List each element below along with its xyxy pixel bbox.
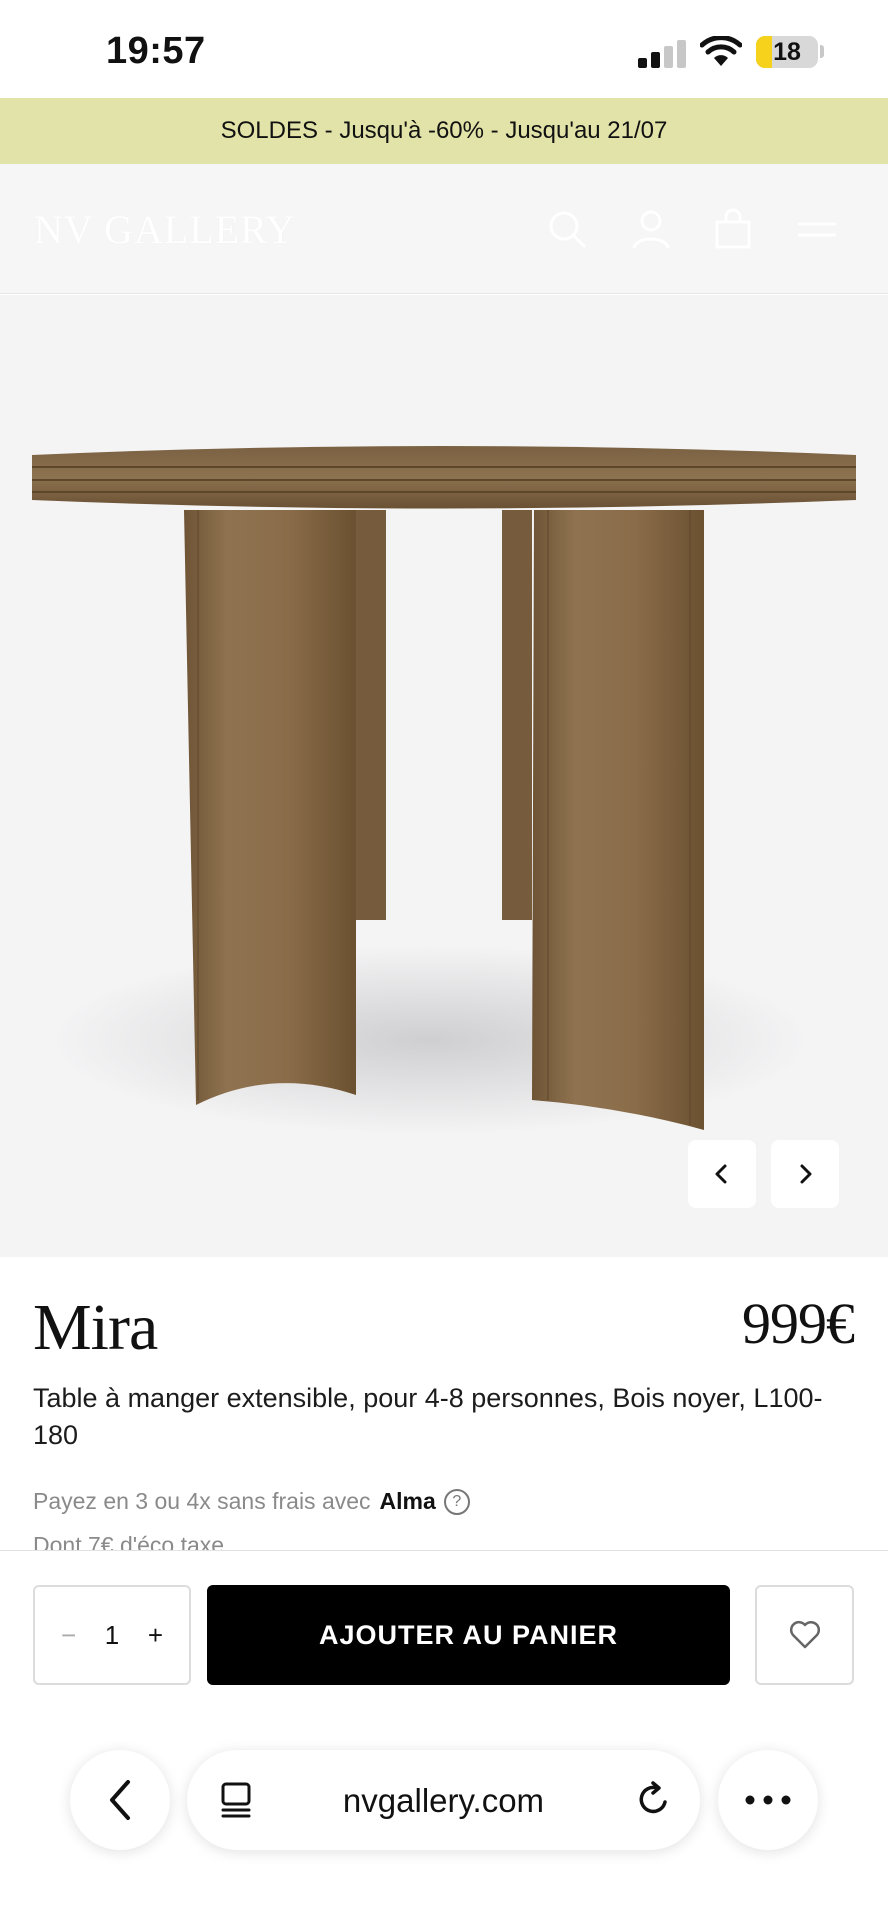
battery-icon: 18: [756, 36, 818, 68]
product-gallery[interactable]: [0, 295, 888, 1257]
site-header: NV GALLERY: [0, 164, 888, 294]
wishlist-button[interactable]: [755, 1585, 854, 1685]
back-arrow-icon: [110, 1780, 130, 1820]
gallery-next-button[interactable]: [771, 1140, 839, 1208]
product-description: Table à manger extensible, pour 4-8 pers…: [33, 1383, 823, 1450]
qty-increase-button[interactable]: +: [148, 1620, 163, 1651]
cellular-signal-icon: [638, 40, 686, 68]
url-text: nvgallery.com: [342, 1782, 545, 1819]
eco-tax: Dont 7€ d'éco taxe: [33, 1532, 225, 1550]
status-bar: 19:57 18: [0, 0, 888, 98]
site-logo[interactable]: NV GALLERY: [34, 206, 295, 253]
quantity-stepper: − 1 +: [33, 1585, 191, 1685]
address-bar[interactable]: nvgallery.com: [187, 1750, 700, 1850]
heart-icon: [789, 1620, 820, 1649]
product-image: [32, 446, 856, 1135]
more-options-button[interactable]: [718, 1750, 818, 1850]
payment-text: Payez en 3 ou 4x sans frais avec: [33, 1488, 371, 1514]
wifi-icon: [700, 36, 742, 66]
qty-decrease-button[interactable]: −: [61, 1620, 76, 1651]
chevron-right-icon: [800, 1164, 812, 1184]
add-to-cart-bar: − 1 + AJOUTER AU PANIER: [0, 1550, 888, 1920]
promo-banner[interactable]: SOLDES - Jusqu'à -60% - Jusqu'au 21/07: [0, 98, 888, 164]
product-price: 999€: [742, 1291, 855, 1356]
chevron-left-icon: [715, 1164, 727, 1184]
battery-level: 18: [773, 38, 801, 66]
account-icon[interactable]: [630, 208, 672, 250]
status-time: 19:57: [106, 30, 206, 72]
reload-icon[interactable]: [632, 1778, 674, 1820]
search-icon[interactable]: [546, 208, 588, 250]
payment-info: Payez en 3 ou 4x sans frais avec Alma ?: [33, 1488, 470, 1515]
menu-icon[interactable]: [796, 208, 838, 250]
add-to-cart-button[interactable]: AJOUTER AU PANIER: [207, 1585, 730, 1685]
cart-icon[interactable]: [712, 208, 754, 250]
more-icon: [745, 1795, 791, 1805]
qty-value[interactable]: 1: [105, 1620, 119, 1651]
product-name: Mira: [33, 1291, 158, 1364]
payment-brand: Alma: [379, 1488, 436, 1514]
gallery-prev-button[interactable]: [688, 1140, 756, 1208]
battery-cap: [820, 45, 824, 58]
promo-text: SOLDES - Jusqu'à -60% - Jusqu'au 21/07: [220, 117, 668, 144]
browser-back-button[interactable]: [70, 1750, 170, 1850]
help-icon[interactable]: ?: [443, 1488, 470, 1515]
